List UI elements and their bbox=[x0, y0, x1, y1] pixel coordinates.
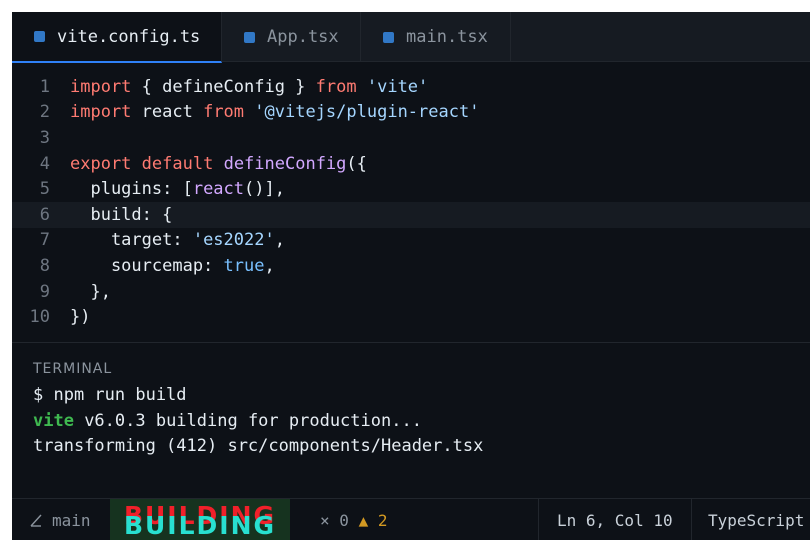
code-token: 'es2022' bbox=[192, 230, 275, 251]
line-number: 10 bbox=[29, 307, 50, 328]
code-token: ({ bbox=[346, 153, 367, 174]
code-text: plugins: [react()], bbox=[70, 179, 285, 199]
code-token: default bbox=[141, 153, 214, 174]
code-token: react bbox=[192, 179, 245, 200]
code-token: from bbox=[315, 76, 357, 97]
code-token: }, bbox=[70, 281, 111, 302]
branch-indicator[interactable]: main bbox=[28, 499, 91, 540]
code-text: }, bbox=[70, 281, 111, 302]
error-count: 0 bbox=[339, 510, 349, 530]
line-number: 1 bbox=[39, 76, 50, 97]
tab-bar: vite.config.ts App.tsx main.tsx bbox=[12, 12, 810, 63]
code-token: , bbox=[264, 255, 275, 276]
code-line[interactable]: 6 build: { bbox=[12, 202, 810, 228]
code-text: build: { bbox=[70, 205, 172, 225]
code-token: import bbox=[70, 76, 132, 97]
typescript-file-icon bbox=[244, 31, 255, 43]
code-token: 'vite' bbox=[366, 76, 429, 97]
code-token: { defineConfig } bbox=[131, 76, 316, 97]
editor-window: vite.config.ts App.tsx main.tsx 1 import … bbox=[12, 12, 810, 540]
code-line[interactable]: 1 import { defineConfig } from 'vite' bbox=[12, 74, 810, 100]
code-token: '@vitejs/plugin-react' bbox=[254, 102, 480, 123]
line-number: 9 bbox=[39, 281, 50, 302]
terminal-output-line: transforming (412) src/components/Header… bbox=[33, 436, 484, 456]
language-mode[interactable]: TypeScript bbox=[708, 499, 804, 540]
typescript-file-icon bbox=[34, 31, 45, 42]
line-number: 8 bbox=[39, 255, 50, 276]
line-number: 3 bbox=[39, 127, 50, 148]
line-number: 2 bbox=[39, 102, 50, 123]
status-divider bbox=[538, 499, 539, 540]
building-text: v6.0.3 building for production... bbox=[73, 411, 422, 431]
terminal-title: TERMINAL bbox=[33, 361, 113, 377]
code-line[interactable]: 10}) bbox=[12, 304, 810, 330]
code-text: export default defineConfig({ bbox=[70, 154, 367, 174]
code-token: target: bbox=[70, 230, 193, 251]
status-divider bbox=[691, 499, 692, 540]
code-text: sourcemap: true, bbox=[70, 256, 275, 276]
code-editor[interactable]: 1 import { defineConfig } from 'vite' 2 imp… bbox=[12, 74, 810, 340]
tab-label: main.tsx bbox=[406, 27, 488, 47]
code-line[interactable]: 9 }, bbox=[12, 279, 810, 305]
line-number: 4 bbox=[39, 153, 50, 174]
code-token: true bbox=[223, 255, 265, 276]
code-token: from bbox=[203, 102, 245, 123]
code-token: ()], bbox=[244, 179, 285, 200]
warning-count: 2 bbox=[377, 510, 388, 530]
code-text: }) bbox=[70, 307, 90, 327]
code-line[interactable]: 2 import react from '@vitejs/plugin-react… bbox=[12, 100, 810, 126]
status-bar: main BUILDING × 0 ▲ 2 Ln 6, Col 10 TypeS… bbox=[12, 498, 810, 540]
code-token: , bbox=[274, 230, 285, 251]
terminal-panel[interactable]: TERMINAL $ npm run build vite v6.0.3 bui… bbox=[12, 342, 810, 498]
code-token: build: { bbox=[70, 204, 173, 225]
problems-indicator[interactable]: × 0 ▲ 2 bbox=[320, 499, 387, 540]
code-token: export bbox=[70, 153, 132, 174]
terminal-command-line: $ npm run build bbox=[33, 385, 187, 405]
code-line[interactable]: 8 sourcemap: true, bbox=[12, 253, 810, 279]
error-icon: × bbox=[320, 510, 330, 530]
tab-label: App.tsx bbox=[267, 27, 339, 47]
tab-app[interactable]: App.tsx bbox=[222, 12, 361, 62]
code-token: }) bbox=[70, 307, 91, 328]
warning-icon: ▲ bbox=[358, 510, 369, 530]
branch-name: main bbox=[52, 510, 91, 530]
code-text: import { defineConfig } from 'vite' bbox=[70, 77, 428, 97]
code-line[interactable]: 7 target: 'es2022', bbox=[12, 228, 810, 254]
code-line[interactable]: 5 plugins: [react()], bbox=[12, 176, 810, 202]
code-token: react bbox=[131, 102, 204, 123]
build-status-text: BUILDING bbox=[123, 510, 277, 540]
code-token: defineConfig bbox=[223, 153, 347, 174]
tab-vite-config[interactable]: vite.config.ts bbox=[12, 12, 222, 63]
build-status-badge: BUILDING bbox=[110, 499, 290, 540]
code-line[interactable]: 3 bbox=[12, 125, 810, 151]
terminal-output-line: vite v6.0.3 building for production... bbox=[33, 411, 422, 431]
code-text: target: 'es2022', bbox=[70, 230, 285, 250]
vite-label: vite bbox=[33, 411, 74, 431]
tab-main[interactable]: main.tsx bbox=[361, 12, 511, 62]
line-number: 5 bbox=[39, 179, 50, 200]
line-number: 7 bbox=[39, 230, 50, 251]
tab-label: vite.config.ts bbox=[57, 26, 201, 47]
code-token: import bbox=[70, 102, 132, 123]
code-line[interactable]: 4 export default defineConfig({ bbox=[12, 151, 810, 177]
cursor-position[interactable]: Ln 6, Col 10 bbox=[557, 499, 673, 540]
code-text: import react from '@vitejs/plugin-react' bbox=[70, 102, 479, 122]
typescript-file-icon bbox=[383, 31, 394, 43]
line-number: 6 bbox=[39, 204, 50, 225]
git-branch-icon bbox=[30, 514, 42, 527]
code-token: sourcemap: bbox=[70, 255, 224, 276]
code-token: plugins: [ bbox=[70, 179, 193, 200]
